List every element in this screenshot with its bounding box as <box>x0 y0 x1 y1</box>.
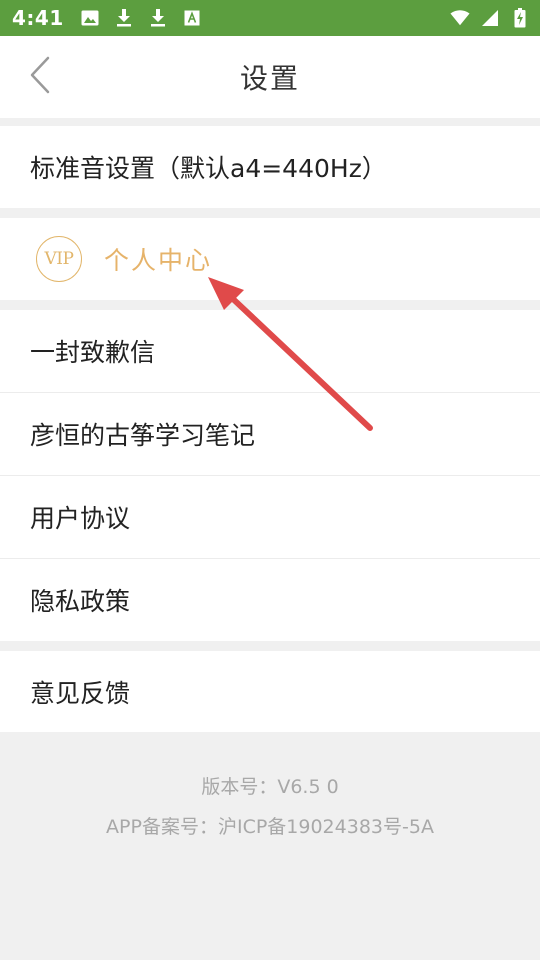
version-text: 版本号：V6.5 0 <box>201 776 339 798</box>
list-item-label: 用户协议 <box>30 504 131 533</box>
standard-pitch-label: 标准音设置（默认a4=440Hz） <box>30 154 387 183</box>
download-icon <box>148 8 168 28</box>
header: 设置 <box>0 36 540 118</box>
list-item-study-notes[interactable]: 彦恒的古筝学习笔记 <box>0 393 540 475</box>
list-item-apology-letter[interactable]: 一封致歉信 <box>0 310 540 392</box>
download-icon <box>114 8 134 28</box>
icp-record-text: APP备案号：沪ICP备19024383号-5A <box>106 816 434 838</box>
status-time: 4:41 <box>12 6 64 30</box>
signal-icon <box>480 8 500 28</box>
standard-pitch-setting[interactable]: 标准音设置（默认a4=440Hz） <box>0 126 540 208</box>
page-title: 设置 <box>239 62 300 95</box>
back-button[interactable] <box>22 56 58 98</box>
chevron-left-icon <box>29 56 51 98</box>
system-icons <box>450 8 530 28</box>
vip-badge-icon: VIP <box>36 236 82 282</box>
list-item-privacy-policy[interactable]: 隐私政策 <box>0 559 540 641</box>
vip-label: 个人中心 <box>104 246 213 275</box>
list-item-label: 彦恒的古筝学习笔记 <box>30 421 256 450</box>
notification-icons <box>80 8 202 28</box>
vip-personal-center[interactable]: VIP 个人中心 <box>0 218 540 300</box>
list-item-label: 意见反馈 <box>30 679 131 708</box>
text-a-icon <box>182 8 202 28</box>
wifi-icon <box>450 8 470 28</box>
list-item-label: 一封致歉信 <box>30 338 156 367</box>
list-item-label: 隐私政策 <box>30 587 131 616</box>
list-item-user-agreement[interactable]: 用户协议 <box>0 476 540 558</box>
footer: 版本号：V6.5 0 APP备案号：沪ICP备19024383号-5A <box>0 732 540 960</box>
image-icon <box>80 8 100 28</box>
battery-charging-icon <box>510 8 530 28</box>
status-bar: 4:41 <box>0 0 540 36</box>
list-item-feedback[interactable]: 意见反馈 <box>0 651 540 733</box>
